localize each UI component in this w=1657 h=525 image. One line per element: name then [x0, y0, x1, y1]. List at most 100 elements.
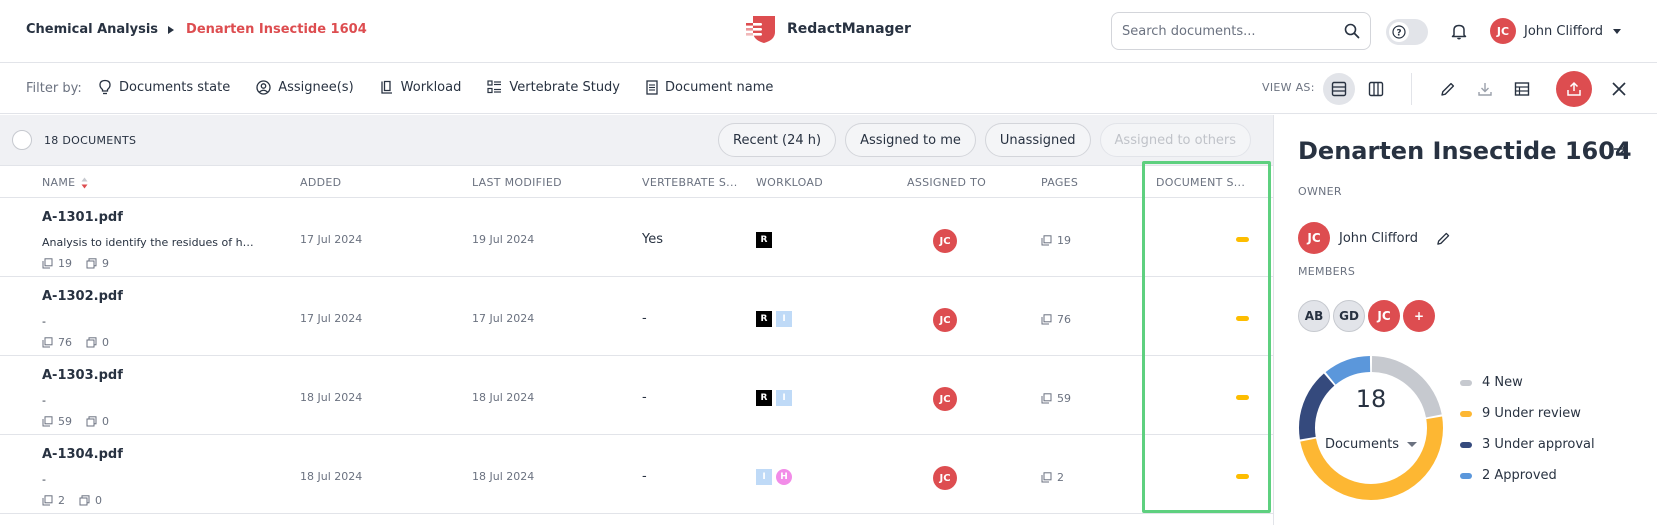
pages-cell: 59 [1041, 392, 1071, 405]
view-board-button[interactable] [1360, 73, 1392, 105]
search-icon[interactable] [1344, 23, 1360, 39]
pages-icon [42, 258, 53, 269]
filter-document-name[interactable]: Document name [646, 79, 773, 95]
pages-count: 19 [1057, 234, 1071, 247]
arrow-right-icon[interactable] [1612, 141, 1628, 157]
edit-owner-icon[interactable] [1436, 231, 1451, 246]
chip-assigned-to-me[interactable]: Assigned to me [845, 123, 976, 157]
assignee[interactable]: JC [933, 466, 957, 490]
pages-count: 2 [1057, 471, 1064, 484]
pages-icon [1041, 472, 1052, 483]
vertebrate-value: - [642, 390, 647, 405]
brand-name: RedactManager [787, 21, 911, 37]
column-vertebrate-study[interactable]: VERTEBRATE S... [642, 176, 738, 189]
filter-workload[interactable]: Workload [380, 79, 461, 95]
legend-item[interactable]: 2 Approved [1460, 460, 1595, 491]
filter-vertebrate-study[interactable]: Vertebrate Study [487, 79, 620, 95]
list-view-icon [1331, 81, 1347, 97]
table-row[interactable]: A-1303.pdf - 59 0 18 Jul 2024 18 Jul 202… [0, 356, 1273, 435]
legend-swatch [1460, 379, 1472, 386]
chip-recent[interactable]: Recent (24 h) [718, 123, 837, 157]
copies-icon [79, 495, 90, 506]
document-icon [646, 79, 658, 95]
file-name[interactable]: A-1304.pdf [42, 447, 123, 462]
bell-icon[interactable] [1450, 22, 1468, 40]
filter-label-document-name: Document name [665, 79, 774, 95]
breadcrumb-separator-icon [168, 25, 175, 34]
pages-icon [1041, 393, 1052, 404]
members-label: MEMBERS [1298, 265, 1356, 278]
search-input[interactable] [1122, 21, 1332, 41]
pages-icon [42, 416, 53, 427]
legend-item[interactable]: 4 New [1460, 367, 1595, 398]
vertebrate-value: - [642, 469, 647, 484]
legend-swatch [1460, 441, 1472, 448]
pencil-icon [1441, 82, 1455, 96]
column-name[interactable]: NAME [42, 176, 88, 189]
file-description: Analysis to identify the residues of hy.… [42, 236, 257, 249]
table-row[interactable]: A-1301.pdf Analysis to identify the resi… [0, 198, 1273, 277]
breadcrumb-current[interactable]: Denarten Insectide 1604 [186, 22, 367, 37]
export-button[interactable] [1556, 71, 1592, 107]
owner-label: OWNER [1298, 185, 1342, 198]
legend-label: 2 Approved [1482, 468, 1557, 483]
user-avatar: JC [1490, 18, 1516, 44]
toolbar-divider [1411, 73, 1412, 105]
member-avatar[interactable]: GD [1333, 300, 1365, 332]
column-added[interactable]: ADDED [300, 176, 341, 189]
close-button[interactable] [1603, 73, 1635, 105]
edit-button[interactable] [1432, 73, 1464, 105]
pages-stat: 59 [58, 415, 72, 428]
owner-avatar: JC [1298, 222, 1330, 254]
add-member-button[interactable]: + [1403, 300, 1435, 332]
file-stats: 59 0 [42, 415, 109, 428]
table-button[interactable] [1506, 73, 1538, 105]
column-workload[interactable]: WORKLOAD [756, 176, 823, 189]
member-avatar[interactable]: JC [1368, 300, 1400, 332]
view-list-button[interactable] [1323, 73, 1355, 105]
legend-item[interactable]: 9 Under review [1460, 398, 1595, 429]
chip-assigned-to-others[interactable]: Assigned to others [1099, 123, 1252, 157]
filter-documents-state[interactable]: Documents state [98, 79, 230, 95]
workload-badge-i: I [776, 390, 792, 406]
table-row[interactable]: A-1302.pdf - 76 0 17 Jul 2024 17 Jul 202… [0, 277, 1273, 356]
legend-swatch [1460, 410, 1472, 417]
redactions-stat: 0 [102, 336, 109, 349]
help-mode-toggle[interactable]: ? [1386, 19, 1428, 45]
user-menu[interactable]: JC John Clifford [1490, 18, 1621, 44]
pages-count: 59 [1057, 392, 1071, 405]
brand[interactable]: RedactManager [745, 14, 911, 44]
donut-label-dropdown[interactable]: Documents [1298, 437, 1444, 452]
filter-assignees[interactable]: Assignee(s) [256, 79, 354, 95]
file-name[interactable]: A-1302.pdf [42, 289, 123, 304]
close-icon [1612, 82, 1626, 96]
workload-badges: IH [756, 469, 796, 485]
column-last-modified[interactable]: LAST MODIFIED [472, 176, 562, 189]
filter-label: Filter by: [26, 81, 82, 96]
assignee[interactable]: JC [933, 229, 957, 253]
redactions-stat: 0 [95, 494, 102, 507]
pages-cell: 2 [1041, 471, 1064, 484]
breadcrumb-parent[interactable]: Chemical Analysis [26, 22, 158, 37]
quick-filters: Recent (24 h) Assigned to me Unassigned … [718, 123, 1260, 157]
file-description: - [42, 394, 46, 407]
file-name[interactable]: A-1301.pdf [42, 210, 123, 225]
table-row[interactable]: A-1304.pdf - 2 0 18 Jul 2024 18 Jul 2024… [0, 435, 1273, 514]
assignee[interactable]: JC [933, 308, 957, 332]
file-name[interactable]: A-1303.pdf [42, 368, 123, 383]
download-button[interactable] [1469, 73, 1501, 105]
select-all-checkbox[interactable] [12, 130, 32, 150]
legend-item[interactable]: 3 Under approval [1460, 429, 1595, 460]
file-stats: 76 0 [42, 336, 109, 349]
column-name-label: NAME [42, 176, 76, 189]
chip-unassigned[interactable]: Unassigned [984, 123, 1091, 157]
column-pages[interactable]: PAGES [1041, 176, 1078, 189]
member-avatar[interactable]: AB [1298, 300, 1330, 332]
workload-badges: RI [756, 390, 796, 406]
assignee[interactable]: JC [933, 387, 957, 411]
column-assigned-to[interactable]: ASSIGNED TO [907, 176, 986, 189]
filter-label-assignees: Assignee(s) [278, 79, 354, 95]
view-as-label: VIEW AS: [1262, 81, 1315, 94]
file-stats: 2 0 [42, 494, 102, 507]
pages-icon [42, 337, 53, 348]
